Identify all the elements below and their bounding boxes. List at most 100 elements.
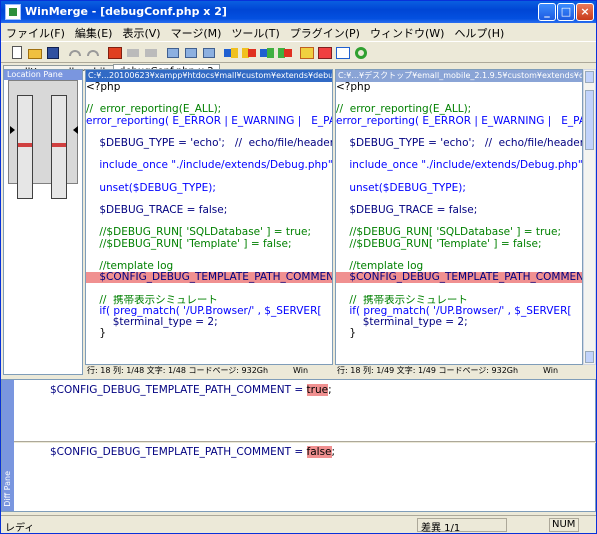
open-icon[interactable] [27, 45, 43, 61]
copy-right-advance-icon[interactable] [277, 45, 293, 61]
code-line[interactable] [86, 283, 332, 294]
right-code-pane[interactable]: C:¥...¥デスクトップ¥emall_mobile_2.1.9.5¥custo… [335, 69, 583, 365]
copy-left-icon[interactable] [223, 45, 239, 61]
code-line[interactable] [86, 250, 332, 261]
code-line[interactable] [86, 194, 332, 205]
save-icon[interactable] [45, 45, 61, 61]
menu-view[interactable]: 表示(V) [117, 23, 165, 43]
copy-left-advance-icon[interactable] [259, 45, 275, 61]
code-line[interactable]: //template log [336, 261, 582, 272]
maximize-button[interactable]: □ [557, 3, 575, 21]
location-bar-left[interactable] [17, 95, 33, 199]
diff-pane-sidebar: Diff Pane [2, 380, 14, 511]
menu-file[interactable]: ファイル(F) [1, 23, 70, 43]
winmerge-app-icon[interactable] [5, 4, 21, 20]
all-right-icon[interactable] [317, 45, 333, 61]
code-line[interactable]: //template log [86, 261, 332, 272]
diff-marker-right [52, 143, 66, 147]
diff-right-line[interactable]: $CONFIG_DEBUG_TEMPLATE_PATH_COMMENT = fa… [50, 446, 335, 458]
code-line[interactable]: // 携帯表示シミュレート [336, 295, 582, 306]
code-line[interactable]: $terminal_type = 2; [336, 317, 582, 328]
code-line[interactable]: include_once "./include/extends/Debug.ph… [86, 160, 332, 171]
code-line[interactable]: include_once "./include/extends/Debug.ph… [336, 160, 582, 171]
last-diff-icon[interactable] [201, 45, 217, 61]
code-line[interactable] [336, 250, 582, 261]
scroll-thumb[interactable] [585, 90, 594, 150]
code-line[interactable]: $DEBUG_TYPE = 'echo'; // echo/file/heade… [86, 138, 332, 149]
code-line[interactable]: //$DEBUG_RUN[ 'Template' ] = false; [86, 239, 332, 250]
first-diff-icon[interactable] [165, 45, 181, 61]
code-line[interactable]: <?php [86, 82, 332, 93]
code-line[interactable]: $DEBUG_TRACE = false; [86, 205, 332, 216]
diff-right-changed: false [306, 446, 332, 458]
code-line[interactable]: error_reporting( E_ERROR | E_WARNING | E… [336, 116, 582, 127]
diff-list-icon[interactable] [107, 45, 123, 61]
left-code-area[interactable]: <?php // error_reporting(E_ALL); error_rep… [86, 82, 332, 339]
left-code-pane[interactable]: C:¥...20100623¥xampp¥htdocs¥mall¥custom¥… [85, 69, 333, 365]
code-line[interactable]: $DEBUG_TRACE = false; [336, 205, 582, 216]
vertical-scrollbar[interactable] [583, 69, 596, 365]
redo-icon[interactable] [85, 45, 101, 61]
next-diff-icon[interactable] [143, 45, 159, 61]
code-line[interactable] [86, 149, 332, 160]
diff-pane-splitter[interactable] [14, 441, 596, 443]
code-line[interactable] [86, 127, 332, 138]
refresh-icon[interactable] [353, 45, 369, 61]
new-icon[interactable] [9, 45, 25, 61]
menu-window[interactable]: ウィンドウ(W) [365, 23, 449, 43]
code-line[interactable] [336, 149, 582, 160]
diff-pane[interactable]: Diff Pane $CONFIG_DEBUG_TEMPLATE_PATH_CO… [1, 379, 596, 512]
menu-plugins[interactable]: プラグイン(P) [285, 23, 365, 43]
menu-help[interactable]: ヘルプ(H) [449, 23, 509, 43]
prev-diff-icon[interactable] [125, 45, 141, 61]
location-arrow-left-icon [10, 126, 15, 134]
code-line-diff[interactable]: $CONFIG_DEBUG_TEMPLATE_PATH_COMMENT = tr… [86, 272, 332, 284]
code-line[interactable] [336, 194, 582, 205]
menu-tools[interactable]: ツール(T) [226, 23, 284, 43]
code-line[interactable]: } [336, 328, 582, 339]
code-line[interactable]: //$DEBUG_RUN[ 'SQLDatabase' ] = true; [336, 227, 582, 238]
menu-merge[interactable]: マージ(M) [166, 23, 227, 43]
code-line[interactable]: unset($DEBUG_TYPE); [86, 183, 332, 194]
code-line[interactable]: // 携帯表示シミュレート [86, 295, 332, 306]
current-diff-icon[interactable] [183, 45, 199, 61]
code-line[interactable]: if( preg_match( '/UP.Browser/' , $_SERVE… [86, 306, 332, 317]
copy-right-icon[interactable] [241, 45, 257, 61]
close-button[interactable]: × [576, 3, 594, 21]
code-line[interactable] [336, 93, 582, 104]
code-line[interactable] [336, 172, 582, 183]
right-status-text: 行: 18 列: 1/49 文字: 1/49 コードページ: 932Gh [337, 366, 519, 375]
code-line[interactable]: //$DEBUG_RUN[ 'Template' ] = false; [336, 239, 582, 250]
code-line[interactable] [86, 93, 332, 104]
right-code-area[interactable]: <?php // error_reporting(E_ALL); error_rep… [336, 82, 582, 339]
title-bar[interactable]: WinMerge - [debugConf.php x 2] _ □ × [1, 1, 596, 23]
code-line[interactable]: <?php [336, 82, 582, 93]
code-line[interactable] [336, 216, 582, 227]
code-line[interactable] [86, 216, 332, 227]
undo-icon[interactable] [67, 45, 83, 61]
scroll-up-icon[interactable] [585, 71, 594, 83]
options-icon[interactable] [335, 45, 351, 61]
code-line[interactable] [336, 127, 582, 138]
minimize-button[interactable]: _ [538, 3, 556, 21]
all-left-icon[interactable] [299, 45, 315, 61]
code-line[interactable]: error_reporting( E_ERROR | E_WARNING | E… [86, 116, 332, 127]
location-pane[interactable]: Location Pane [3, 69, 83, 375]
location-bar-right[interactable] [51, 95, 67, 199]
code-line[interactable]: $terminal_type = 2; [86, 317, 332, 328]
diff-left-suffix: ; [328, 384, 332, 396]
code-line[interactable]: //$DEBUG_RUN[ 'SQLDatabase' ] = true; [86, 227, 332, 238]
code-line[interactable]: // error_reporting(E_ALL); [86, 104, 332, 115]
code-line[interactable]: if( preg_match( '/UP.Browser/' , $_SERVE… [336, 306, 582, 317]
code-line[interactable]: $DEBUG_TYPE = 'echo'; // echo/file/heade… [336, 138, 582, 149]
code-line-diff[interactable]: $CONFIG_DEBUG_TEMPLATE_PATH_COMMENT = fa… [336, 272, 582, 284]
diff-left-line[interactable]: $CONFIG_DEBUG_TEMPLATE_PATH_COMMENT = tr… [50, 384, 332, 396]
menu-edit[interactable]: 編集(E) [70, 23, 118, 43]
code-line[interactable] [86, 172, 332, 183]
scroll-down-icon[interactable] [585, 351, 594, 363]
left-eol: Win [293, 366, 309, 375]
code-line[interactable]: } [86, 328, 332, 339]
code-line[interactable]: unset($DEBUG_TYPE); [336, 183, 582, 194]
code-line[interactable] [336, 283, 582, 294]
code-line[interactable]: // error_reporting(E_ALL); [336, 104, 582, 115]
